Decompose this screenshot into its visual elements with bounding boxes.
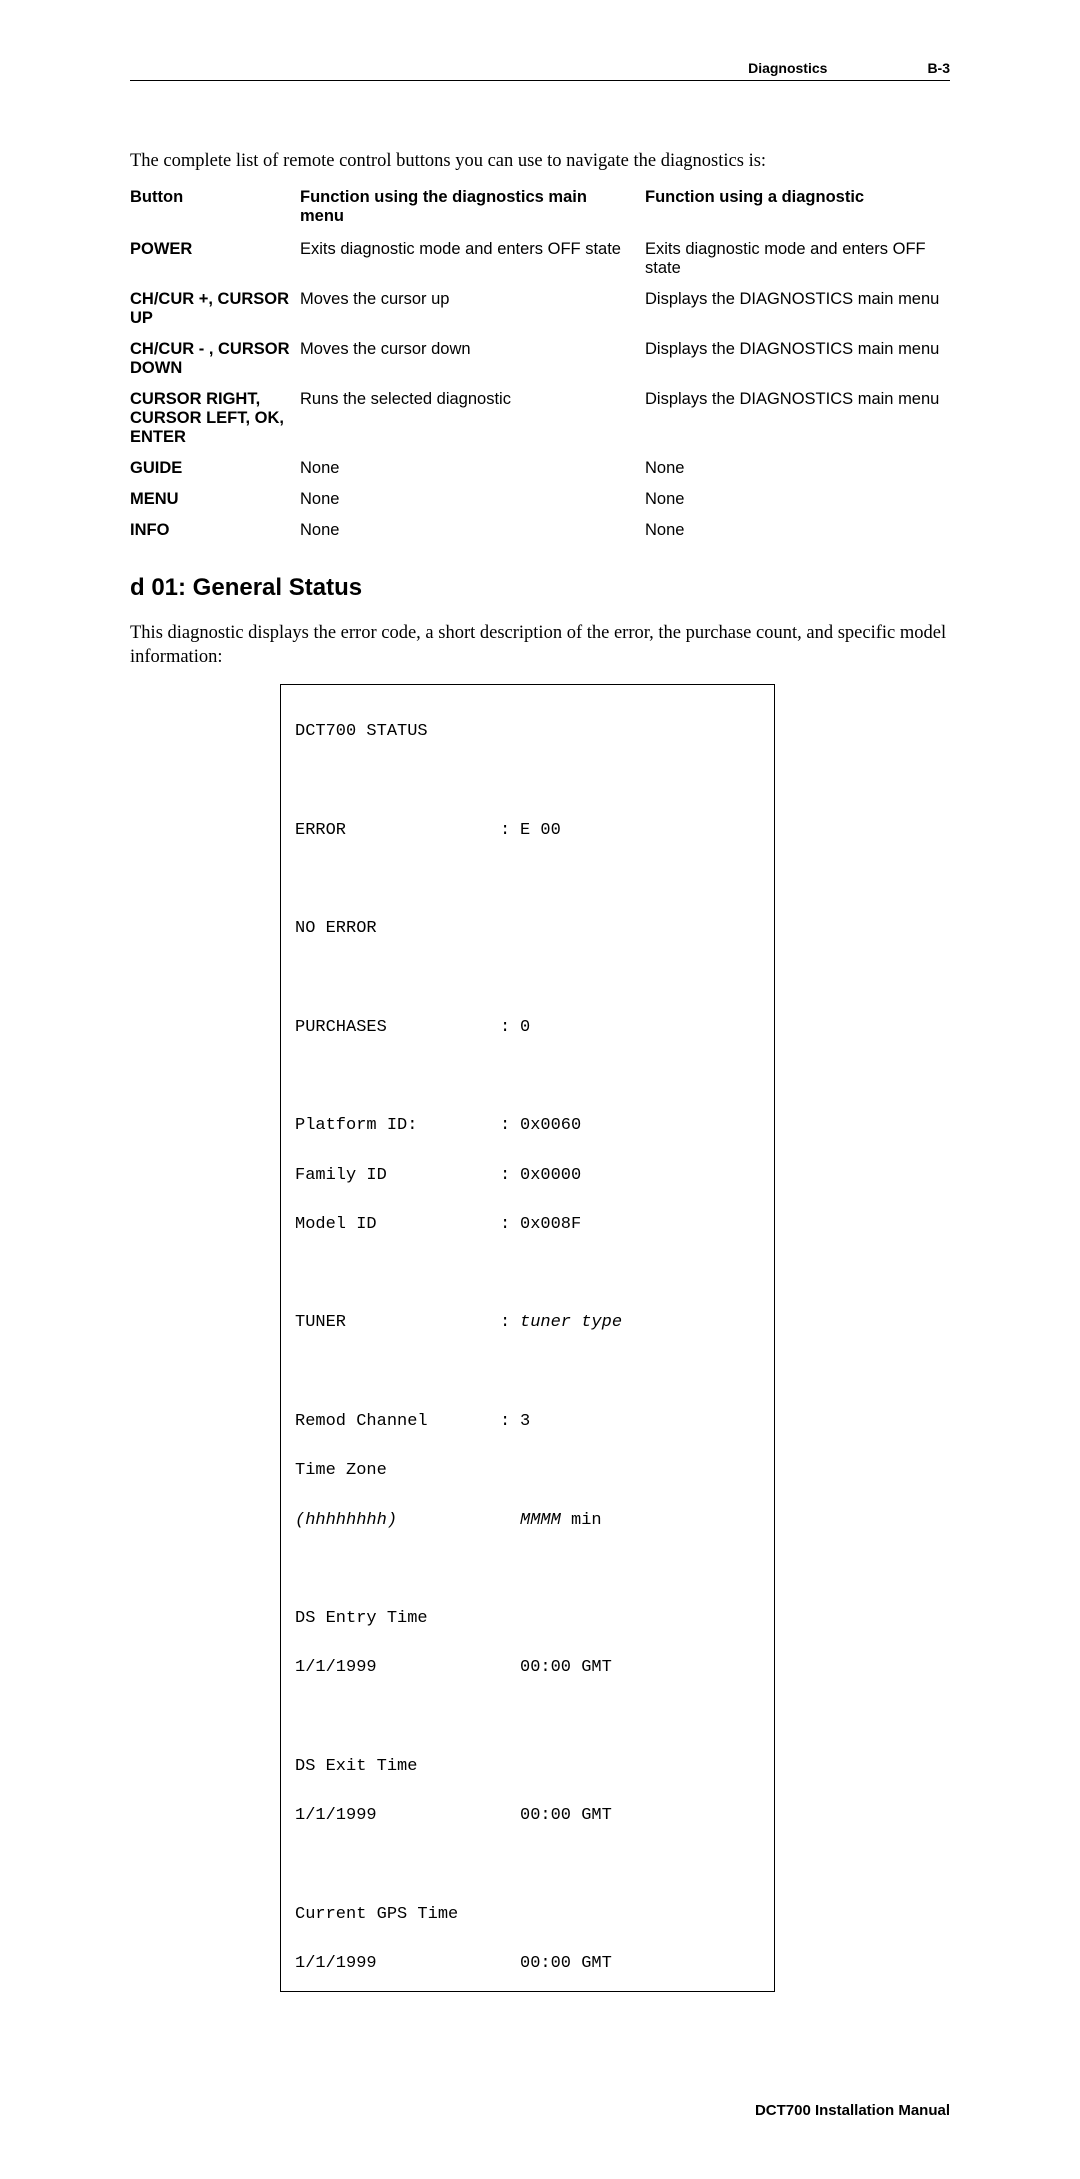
status-timezone-value: MMMM	[520, 1511, 561, 1530]
status-timezone-hh: (hhhhhhhh)	[295, 1509, 500, 1534]
status-platform-value: 0x0060	[520, 1114, 760, 1139]
status-timezone-min: min	[561, 1511, 602, 1530]
status-family-value: 0x0000	[520, 1164, 760, 1189]
status-error-label: ERROR	[295, 819, 500, 844]
status-timezone-label: Time Zone	[295, 1459, 500, 1484]
section-title: d 01: General Status	[130, 574, 950, 602]
table-row: CH/CUR - , CURSOR DOWN Moves the cursor …	[130, 334, 950, 384]
table-row: CH/CUR +, CURSOR UP Moves the cursor up …	[130, 284, 950, 334]
status-remod-label: Remod Channel	[295, 1410, 500, 1435]
cell-fn-main: Exits diagnostic mode and enters OFF sta…	[300, 234, 645, 284]
cell-fn-diag: None	[645, 484, 950, 515]
status-family-label: Family ID	[295, 1164, 500, 1189]
status-gps-label: Current GPS Time	[295, 1903, 500, 1928]
cell-fn-main: None	[300, 515, 645, 546]
table-row: MENU None None	[130, 484, 950, 515]
cell-fn-diag: Displays the DIAGNOSTICS main menu	[645, 334, 950, 384]
th-fn-diag: Function using a diagnostic	[645, 184, 950, 234]
status-dsentry-time: 00:00 GMT	[520, 1656, 760, 1681]
cell-fn-diag: None	[645, 515, 950, 546]
footer: DCT700 Installation Manual	[130, 2102, 950, 2119]
table-row: CURSOR RIGHT, CURSOR LEFT, OK, ENTER Run…	[130, 384, 950, 453]
cell-button: CH/CUR - , CURSOR DOWN	[130, 334, 300, 384]
cell-button: CH/CUR +, CURSOR UP	[130, 284, 300, 334]
status-dsexit-label: DS Exit Time	[295, 1755, 500, 1780]
status-gps-date: 1/1/1999	[295, 1952, 500, 1977]
cell-fn-main: Runs the selected diagnostic	[300, 384, 645, 453]
table-head-row: Button Function using the diagnostics ma…	[130, 184, 950, 234]
status-dsentry-label: DS Entry Time	[295, 1607, 500, 1632]
header: Diagnostics B-3	[130, 60, 950, 81]
cell-fn-main: None	[300, 484, 645, 515]
status-remod-value: 3	[520, 1410, 760, 1435]
buttons-table: Button Function using the diagnostics ma…	[130, 184, 950, 546]
table-row: GUIDE None None	[130, 453, 950, 484]
status-noerror: NO ERROR	[295, 917, 500, 942]
status-gps-time: 00:00 GMT	[520, 1952, 760, 1977]
status-tuner-label: TUNER	[295, 1311, 500, 1336]
table-row: INFO None None	[130, 515, 950, 546]
status-purchases-value: 0	[520, 1016, 760, 1041]
cell-fn-main: None	[300, 453, 645, 484]
cell-fn-diag: Displays the DIAGNOSTICS main menu	[645, 384, 950, 453]
cell-button: INFO	[130, 515, 300, 546]
header-page: B-3	[927, 60, 950, 76]
status-platform-label: Platform ID:	[295, 1114, 500, 1139]
cell-fn-diag: Displays the DIAGNOSTICS main menu	[645, 284, 950, 334]
cell-button: CURSOR RIGHT, CURSOR LEFT, OK, ENTER	[130, 384, 300, 453]
status-dsexit-time: 00:00 GMT	[520, 1804, 760, 1829]
cell-button: MENU	[130, 484, 300, 515]
status-dsexit-date: 1/1/1999	[295, 1804, 500, 1829]
cell-fn-diag: Exits diagnostic mode and enters OFF sta…	[645, 234, 950, 284]
header-section: Diagnostics	[748, 60, 827, 76]
status-purchases-label: PURCHASES	[295, 1016, 500, 1041]
section-desc: This diagnostic displays the error code,…	[130, 621, 950, 671]
status-title: DCT700 STATUS	[295, 720, 500, 745]
cell-fn-main: Moves the cursor up	[300, 284, 645, 334]
th-button: Button	[130, 184, 300, 234]
cell-fn-main: Moves the cursor down	[300, 334, 645, 384]
status-model-value: 0x008F	[520, 1213, 760, 1238]
cell-fn-diag: None	[645, 453, 950, 484]
status-box: DCT700 STATUS ERROR:E 00 NO ERROR PURCHA…	[280, 684, 775, 1991]
status-tuner-value: tuner type	[520, 1311, 760, 1336]
cell-button: GUIDE	[130, 453, 300, 484]
table-row: POWER Exits diagnostic mode and enters O…	[130, 234, 950, 284]
status-error-value: E 00	[520, 819, 760, 844]
th-fn-main: Function using the diagnostics main menu	[300, 184, 645, 234]
page: Diagnostics B-3 The complete list of rem…	[0, 0, 1080, 2179]
cell-button: POWER	[130, 234, 300, 284]
status-dsentry-date: 1/1/1999	[295, 1656, 500, 1681]
status-model-label: Model ID	[295, 1213, 500, 1238]
intro-text: The complete list of remote control butt…	[130, 151, 950, 172]
